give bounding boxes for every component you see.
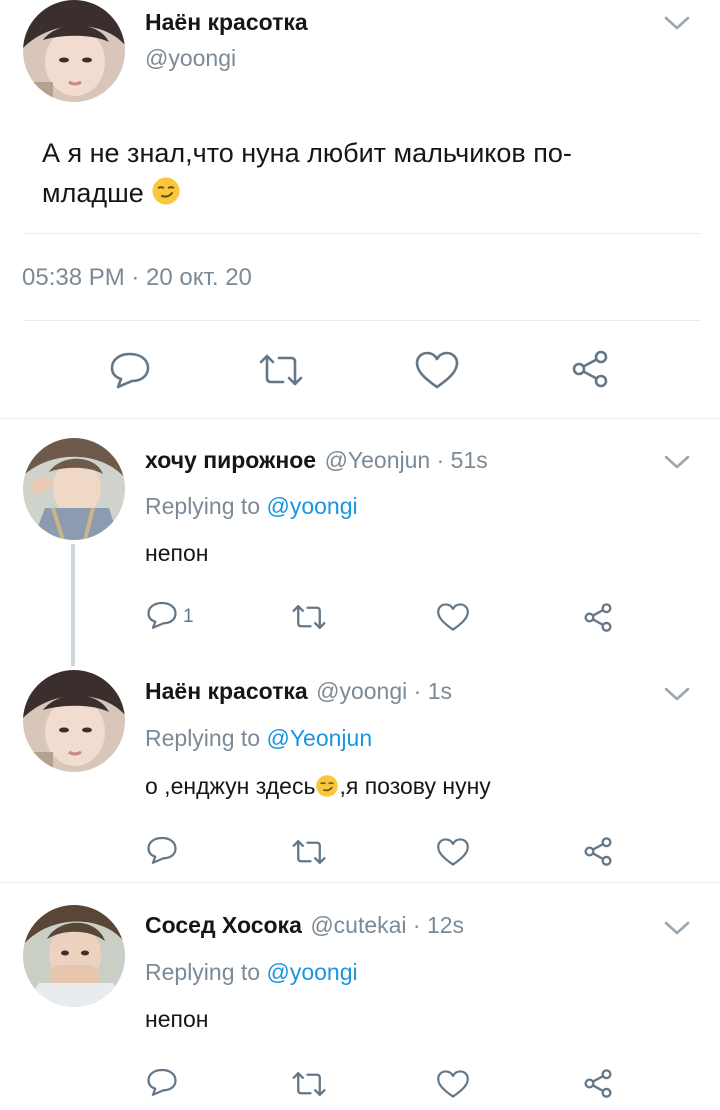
main-reply-icon[interactable] <box>108 350 152 390</box>
reply3-reply-icon[interactable] <box>145 1067 179 1097</box>
main-tweet-text-line2-words: младше <box>42 178 144 208</box>
reply2-author-avatar[interactable] <box>23 670 125 772</box>
reply1-retweet-icon[interactable] <box>289 603 329 631</box>
reply3-retweet-icon[interactable] <box>289 1070 329 1098</box>
main-more-chevron-icon[interactable] <box>664 15 690 36</box>
reply2-retweet-icon[interactable] <box>289 838 329 866</box>
reply1-author-avatar[interactable] <box>23 438 125 540</box>
reply2-replying-prefix: Replying to <box>145 725 261 751</box>
reply1-replying-mention[interactable]: @yoongi <box>266 493 357 519</box>
main-divider-mid <box>23 320 700 321</box>
reply1-author-name[interactable]: хочу пирожное <box>145 447 316 473</box>
reply2-header: Наён красотка @yoongi · 1s <box>145 678 452 705</box>
smirk-emoji-icon <box>151 176 181 217</box>
main-author-handle[interactable]: @yoongi <box>145 45 236 72</box>
reply2-author-handle[interactable]: @yoongi · 1s <box>316 678 452 704</box>
reply3-replying-mention[interactable]: @yoongi <box>266 959 357 985</box>
main-like-icon[interactable] <box>414 350 460 390</box>
main-author-avatar[interactable] <box>23 0 125 102</box>
main-tweet-text-line2: младше <box>42 173 572 217</box>
reply1-share-icon[interactable] <box>581 602 615 633</box>
smirk-emoji-icon <box>315 774 339 804</box>
reply2-divider <box>0 882 720 883</box>
reply2-replying-mention[interactable]: @Yeonjun <box>266 725 372 751</box>
reply1-more-chevron-icon[interactable] <box>664 454 690 475</box>
reply3-replying-to: Replying to @yoongi <box>145 959 358 986</box>
reply1-reply-count: 1 <box>183 606 194 627</box>
reply1-replying-prefix: Replying to <box>145 493 261 519</box>
reply2-share-icon[interactable] <box>581 836 615 867</box>
reply2-replying-to: Replying to @Yeonjun <box>145 725 372 752</box>
reply3-like-icon[interactable] <box>436 1069 470 1099</box>
reply3-share-icon[interactable] <box>581 1068 615 1099</box>
main-tweet-text-line1: А я не знал,что нуна любит мальчиков по- <box>42 138 572 168</box>
reply3-author-avatar[interactable] <box>23 905 125 1007</box>
main-divider-bottom <box>0 418 720 419</box>
reply2-author-name[interactable]: Наён красотка <box>145 678 308 704</box>
reply2-more-chevron-icon[interactable] <box>664 686 690 707</box>
reply3-more-chevron-icon[interactable] <box>664 920 690 941</box>
reply2-text-before: о ,енджун здесь <box>145 773 316 799</box>
reply1-header: хочу пирожное @Yeonjun · 51s <box>145 447 488 474</box>
reply3-author-name[interactable]: Сосед Хосока <box>145 912 302 938</box>
main-timestamp[interactable]: 05:38 PM · 20 окт. 20 <box>22 264 252 292</box>
reply3-text: непон <box>145 1006 209 1032</box>
reply1-like-icon[interactable] <box>436 602 470 632</box>
reply1-reply-icon[interactable] <box>145 600 179 630</box>
main-retweet-icon[interactable] <box>255 352 307 388</box>
reply3-replying-prefix: Replying to <box>145 959 261 985</box>
main-author-name[interactable]: Наён красотка <box>145 9 308 36</box>
reply3-header: Сосед Хосока @cutekai · 12s <box>145 912 464 939</box>
reply1-replying-to: Replying to @yoongi <box>145 493 358 520</box>
main-tweet-text: А я не знал,что нуна любит мальчиков по-… <box>42 133 572 217</box>
reply2-like-icon[interactable] <box>436 837 470 867</box>
reply2-text-after: ,я позову нуну <box>339 773 491 799</box>
reply3-author-handle[interactable]: @cutekai · 12s <box>310 912 464 938</box>
reply2-text: о ,енджун здесь ,я позову нуну <box>145 773 491 804</box>
reply1-author-handle[interactable]: @Yeonjun · 51s <box>325 447 488 473</box>
reply1-text: непон <box>145 540 209 566</box>
main-divider-top <box>23 233 700 234</box>
main-share-icon[interactable] <box>568 349 612 389</box>
thread-connector-line <box>71 544 75 666</box>
reply2-reply-icon[interactable] <box>145 835 179 865</box>
